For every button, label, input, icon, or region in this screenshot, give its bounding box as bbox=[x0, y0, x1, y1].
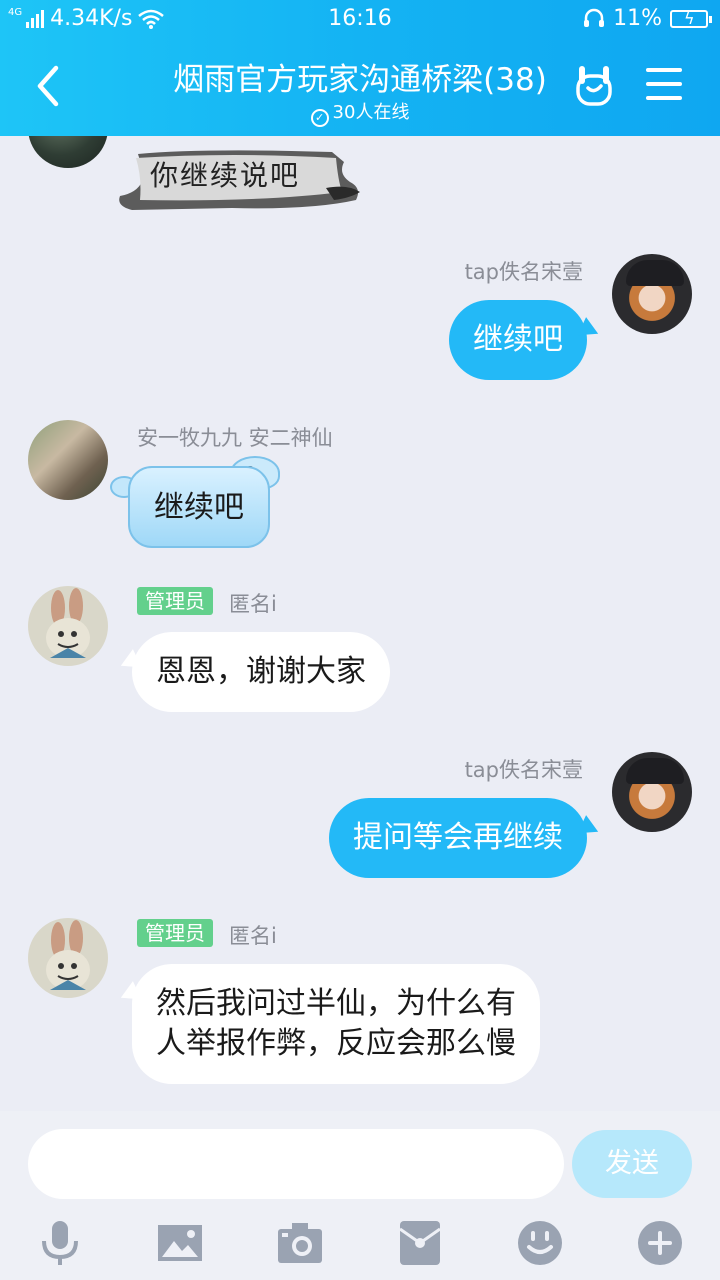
send-button[interactable]: 发送 bbox=[572, 1130, 692, 1198]
microphone-icon[interactable] bbox=[36, 1219, 84, 1267]
sender-name[interactable]: tap佚名宋壹 bbox=[465, 256, 583, 286]
message-list[interactable]: 你继续说吧 tap佚名宋壹 继续吧 安一牧九九 安二神仙 继续吧 管理员 匿名i… bbox=[0, 136, 720, 1111]
avatar[interactable] bbox=[28, 918, 108, 998]
camera-icon[interactable] bbox=[276, 1219, 324, 1267]
message-bubble[interactable]: 提问等会再继续 bbox=[329, 798, 587, 878]
headset-icon bbox=[584, 8, 605, 27]
status-bar: 4G 4.34K/s 16:16 11% ϟ bbox=[0, 0, 720, 38]
message-line: 然后我问过半仙，为什么有 bbox=[156, 986, 516, 1021]
emoji-icon[interactable] bbox=[516, 1219, 564, 1267]
message-input[interactable] bbox=[28, 1129, 564, 1199]
message-bubble[interactable]: 然后我问过半仙，为什么有 人举报作弊，反应会那么慢 bbox=[132, 964, 540, 1084]
red-packet-icon[interactable] bbox=[396, 1219, 444, 1267]
avatar[interactable] bbox=[28, 586, 108, 666]
menu-icon[interactable] bbox=[646, 68, 682, 102]
plus-icon[interactable] bbox=[636, 1219, 684, 1267]
sender-name[interactable]: 匿名i bbox=[229, 920, 277, 950]
message-bubble[interactable]: 恩恩，谢谢大家 bbox=[132, 632, 390, 712]
gesture-icon[interactable] bbox=[574, 64, 614, 106]
sender-name[interactable]: tap佚名宋壹 bbox=[465, 754, 583, 784]
image-icon[interactable] bbox=[156, 1219, 204, 1267]
sender-name[interactable]: 安一牧九九 安二神仙 bbox=[137, 422, 333, 452]
admin-badge: 管理员 bbox=[137, 919, 213, 947]
toolbar bbox=[0, 1215, 720, 1271]
input-bar: 发送 bbox=[0, 1111, 720, 1280]
avatar[interactable] bbox=[28, 136, 108, 168]
message-bubble[interactable]: 继续吧 bbox=[128, 466, 270, 548]
message-bubble[interactable]: 继续吧 bbox=[449, 300, 587, 380]
avatar[interactable] bbox=[28, 420, 108, 500]
sender-name[interactable]: 匿名i bbox=[229, 588, 277, 618]
battery-icon: ϟ bbox=[670, 9, 712, 28]
avatar[interactable] bbox=[612, 752, 692, 832]
battery-level: 11% bbox=[613, 6, 662, 31]
admin-badge: 管理员 bbox=[137, 587, 213, 615]
chat-header: 4G 4.34K/s 16:16 11% ϟ 烟雨官方玩家沟通桥梁(38) ✓ 3… bbox=[0, 0, 720, 136]
check-circle-icon: ✓ bbox=[310, 109, 329, 127]
message-text: 你继续说吧 bbox=[150, 159, 301, 192]
message-line: 人举报作弊，反应会那么慢 bbox=[156, 1026, 516, 1061]
avatar[interactable] bbox=[612, 254, 692, 334]
